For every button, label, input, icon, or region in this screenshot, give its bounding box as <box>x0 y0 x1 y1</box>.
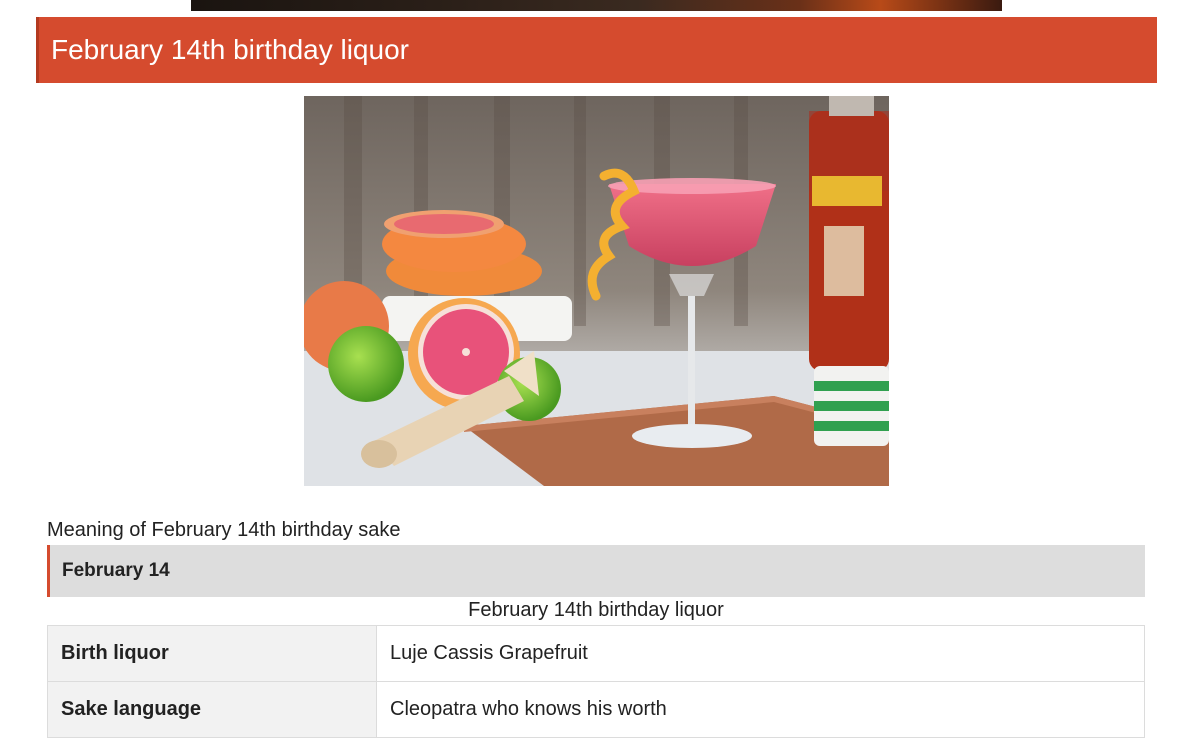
table-row: Birth liquor Luje Cassis Grapefruit <box>47 625 1145 682</box>
section-header: February 14th birthday liquor <box>36 17 1157 83</box>
meaning-text: Meaning of February 14th birthday sake <box>47 519 401 541</box>
cocktail-photo <box>304 96 889 486</box>
row-value: Luje Cassis Grapefruit <box>376 625 1145 682</box>
top-banner-image <box>191 0 1002 11</box>
row-key: Birth liquor <box>47 625 377 682</box>
date-subheader: February 14 <box>47 545 1145 597</box>
table-caption: February 14th birthday liquor <box>468 599 724 621</box>
birthday-liquor-table: Birth liquor Luje Cassis Grapefruit Sake… <box>47 625 1145 738</box>
row-key: Sake language <box>47 681 377 738</box>
section-title: February 14th birthday liquor <box>51 34 409 65</box>
row-value: Cleopatra who knows his worth <box>376 681 1145 738</box>
table-row: Sake language Cleopatra who knows his wo… <box>47 681 1145 738</box>
